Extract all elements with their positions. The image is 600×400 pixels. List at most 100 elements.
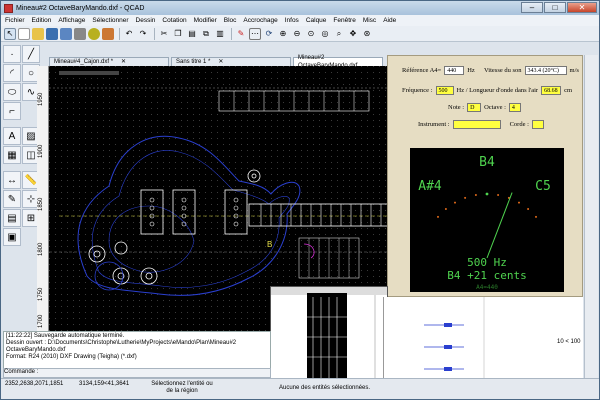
preview-icon[interactable] bbox=[102, 27, 114, 40]
reference-input[interactable]: 440 bbox=[444, 66, 465, 75]
cut-icon[interactable]: ✂ bbox=[158, 28, 170, 40]
zoom-out-icon[interactable]: ⊖ bbox=[291, 28, 303, 40]
menu-calque[interactable]: Calque bbox=[306, 17, 327, 24]
copy-icon[interactable]: ❐ bbox=[172, 28, 184, 40]
print-preview-panel bbox=[270, 286, 388, 384]
pen-icon[interactable]: ✎ bbox=[235, 28, 247, 40]
corde-label: Corde : bbox=[509, 121, 529, 128]
gauge-tick bbox=[518, 201, 520, 204]
maximize-button[interactable]: □ bbox=[544, 2, 566, 13]
copy-ref-icon[interactable]: ⧉ bbox=[200, 28, 212, 40]
polyline-tool-icon[interactable]: ⌐ bbox=[3, 102, 21, 120]
redraw-icon[interactable]: ⟳ bbox=[263, 28, 275, 40]
frequency-label: Fréquence : bbox=[402, 87, 433, 94]
gauge-tick bbox=[464, 196, 467, 199]
tuner-gauge-svg: B4 A#4 C5 500 Hz B4 +21 cents A4=440 bbox=[418, 155, 551, 291]
menu-edition[interactable]: Edition bbox=[32, 17, 52, 24]
block-tool-icon[interactable]: ▣ bbox=[3, 228, 21, 246]
menu-accrochage[interactable]: Accrochage bbox=[243, 17, 277, 24]
speed-row: Vitesse du son 343.4 (20°C) m/s bbox=[484, 66, 579, 75]
menu-affichage[interactable]: Affichage bbox=[58, 17, 85, 24]
info-tool-icon[interactable]: ▤ bbox=[3, 209, 21, 227]
instrument-select[interactable] bbox=[452, 120, 501, 129]
paste-ref-icon[interactable]: ▥ bbox=[214, 28, 226, 40]
instrument-label: Instrument : bbox=[418, 121, 450, 128]
zoom-pan-icon[interactable]: ✥ bbox=[347, 28, 359, 40]
command-line[interactable]: Commande : bbox=[3, 368, 271, 378]
zoom-previous-icon[interactable]: ◎ bbox=[319, 28, 331, 40]
ruler-tick: 1850 bbox=[38, 197, 44, 211]
menu-misc[interactable]: Misc bbox=[363, 17, 376, 24]
speed-label: Vitesse du son bbox=[484, 67, 522, 74]
menu-fenetre[interactable]: Fenêtre bbox=[333, 17, 355, 24]
ruler-tick: 1800 bbox=[38, 242, 44, 256]
reference-label: Référence A4= bbox=[402, 67, 442, 74]
vertical-scrollbar[interactable] bbox=[584, 55, 598, 378]
menu-modifier[interactable]: Modifier bbox=[194, 17, 217, 24]
line-tool-icon[interactable]: ╱ bbox=[22, 45, 40, 63]
gauge-needle bbox=[486, 192, 513, 259]
tab-cajon[interactable]: Mineau#4_Cajon.dxf * ✕ bbox=[49, 57, 169, 66]
wavelength-input[interactable]: 68.68 bbox=[541, 86, 562, 95]
zoom-in-icon[interactable]: ⊕ bbox=[277, 28, 289, 40]
tab-sans-titre[interactable]: Sans titre 1 * ✕ bbox=[171, 57, 291, 66]
minimize-button[interactable]: – bbox=[521, 2, 543, 13]
app-window: Mineau#2 OctaveBaryMando.dxf - QCAD – □ … bbox=[0, 0, 600, 400]
menu-dessin[interactable]: Dessin bbox=[136, 17, 156, 24]
gauge-ticks bbox=[437, 192, 537, 218]
status-bar: 2352,2638,2071,1851 3134,159<41,3641 Sél… bbox=[1, 378, 599, 399]
menu-bloc[interactable]: Bloc bbox=[224, 17, 237, 24]
tuner-window: Référence A4= 440 Hz Vitesse du son 343.… bbox=[387, 55, 583, 297]
zoom-window-icon[interactable]: ⌕ bbox=[333, 28, 345, 40]
frequency-input[interactable]: 500 bbox=[435, 86, 454, 95]
vertical-ruler: 1950 1900 1850 1800 1750 1700 bbox=[37, 66, 49, 333]
speed-select[interactable]: 343.4 (20°C) bbox=[524, 66, 567, 75]
arc-tool-icon[interactable]: ◜ bbox=[3, 64, 21, 82]
title-bar: Mineau#2 OctaveBaryMando.dxf - QCAD – □ … bbox=[1, 1, 599, 15]
gauge-left-note: A#4 bbox=[418, 179, 442, 194]
ruler-tick: 1900 bbox=[38, 144, 44, 158]
close-button[interactable]: ✕ bbox=[567, 2, 597, 13]
new-file-icon[interactable] bbox=[18, 27, 30, 40]
dimension-tool-icon[interactable]: ↔ bbox=[3, 171, 21, 189]
command-label: Commande : bbox=[4, 369, 39, 375]
zoom-selection-icon[interactable]: ⊛ bbox=[361, 28, 373, 40]
property-panel bbox=[383, 297, 583, 379]
menu-infos[interactable]: Infos bbox=[285, 17, 299, 24]
reference-unit: Hz bbox=[467, 67, 475, 74]
log-line: [11:22:22] Sauvegarde automatique termin… bbox=[6, 333, 125, 339]
reference-row: Référence A4= 440 Hz bbox=[402, 66, 475, 75]
frequency-wavelength-label: Hz / Longueur d'onde dans l'air bbox=[456, 87, 539, 94]
menu-aide[interactable]: Aide bbox=[383, 17, 396, 24]
save-icon[interactable] bbox=[46, 27, 58, 40]
window-title: Mineau#2 OctaveBaryMando.dxf - QCAD bbox=[16, 4, 145, 12]
modify-tool-icon[interactable]: ✎ bbox=[3, 190, 21, 208]
undo-icon[interactable]: ↶ bbox=[123, 28, 135, 40]
save-as-icon[interactable] bbox=[60, 27, 72, 40]
gauge-tick bbox=[437, 215, 439, 218]
plugin-icon[interactable] bbox=[88, 27, 100, 40]
paste-icon[interactable]: ▤ bbox=[186, 28, 198, 40]
note-select[interactable]: D bbox=[467, 103, 482, 112]
ellipse-tool-icon[interactable]: ⬭ bbox=[3, 83, 21, 101]
menu-cotation[interactable]: Cotation bbox=[162, 17, 186, 24]
pointer-tool-icon[interactable]: ↖ bbox=[4, 27, 16, 40]
text-tool-icon[interactable]: A bbox=[3, 127, 21, 145]
redo-icon[interactable]: ↷ bbox=[137, 28, 149, 40]
gauge-frequency: 500 Hz bbox=[467, 256, 507, 269]
gauge-tick bbox=[474, 194, 477, 196]
menu-selectionner[interactable]: Sélectionner bbox=[92, 17, 128, 24]
close-tab-icon[interactable]: ✕ bbox=[121, 58, 126, 66]
print-icon[interactable] bbox=[74, 27, 86, 40]
tab-octave-bary-mando[interactable]: Mineau#2 OctaveBaryMando.dxf bbox=[293, 55, 383, 69]
image-tool-icon[interactable]: ▦ bbox=[3, 146, 21, 164]
open-folder-icon[interactable] bbox=[32, 27, 44, 40]
point-tool-icon[interactable]: · bbox=[3, 45, 21, 63]
corde-select[interactable] bbox=[531, 120, 544, 129]
zoom-auto-icon[interactable]: ⊙ bbox=[305, 28, 317, 40]
instrument-row: Instrument : Corde : bbox=[418, 120, 547, 129]
octave-select[interactable]: 4 bbox=[508, 103, 521, 112]
menu-fichier[interactable]: Fichier bbox=[5, 17, 25, 24]
close-tab-icon[interactable]: ✕ bbox=[218, 58, 223, 66]
grid-icon[interactable]: ⋯ bbox=[249, 27, 261, 40]
